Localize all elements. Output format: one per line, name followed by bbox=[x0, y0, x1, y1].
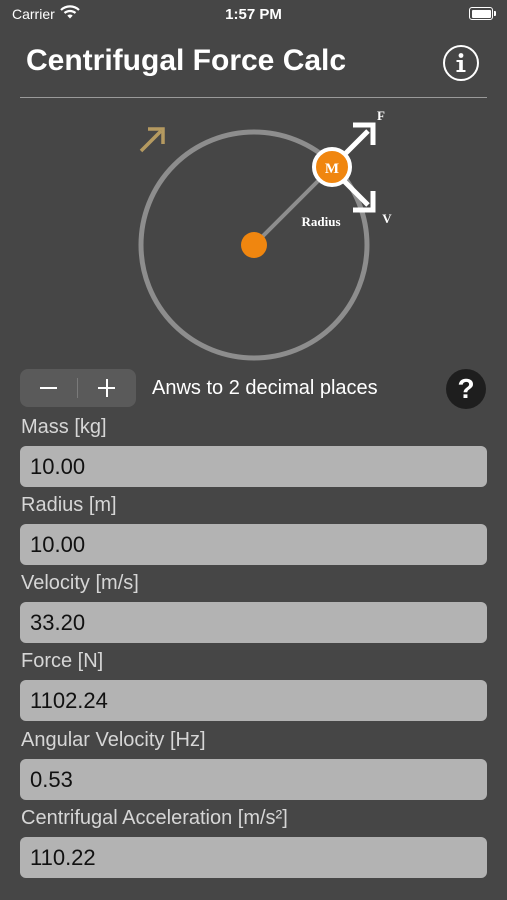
battery-icon bbox=[469, 7, 496, 20]
decrement-button[interactable] bbox=[20, 369, 77, 407]
header-divider bbox=[20, 97, 487, 98]
rotation-arrow-icon bbox=[139, 127, 165, 153]
centrifugal-acceleration-input[interactable] bbox=[20, 837, 487, 878]
increment-button[interactable] bbox=[78, 369, 136, 407]
mass-label-text: Mass [kg] bbox=[21, 416, 107, 438]
radius-label-text: Radius [m] bbox=[21, 494, 117, 516]
mass-input[interactable] bbox=[20, 446, 487, 487]
mass-label: M bbox=[325, 161, 339, 177]
force-input[interactable] bbox=[20, 680, 487, 721]
angular-velocity-input[interactable] bbox=[20, 759, 487, 800]
status-bar: Carrier 1:57 PM bbox=[0, 0, 507, 30]
centrifugal-diagram: M F V Radius bbox=[138, 108, 392, 361]
info-icon[interactable] bbox=[443, 45, 479, 81]
radius-input[interactable] bbox=[20, 524, 487, 565]
center-point bbox=[241, 232, 267, 258]
force-label: F bbox=[377, 108, 385, 123]
decimal-stepper[interactable] bbox=[20, 369, 136, 407]
velocity-label-text: Velocity [m/s] bbox=[21, 572, 139, 594]
status-time: 1:57 PM bbox=[225, 6, 282, 23]
help-button[interactable]: ? bbox=[446, 369, 486, 409]
page-title: Centrifugal Force Calc bbox=[26, 44, 347, 77]
angular-velocity-label-text: Angular Velocity [Hz] bbox=[21, 729, 206, 751]
force-label-text: Force [N] bbox=[21, 650, 104, 672]
velocity-label: V bbox=[382, 211, 392, 226]
decimal-places-label: Anws to 2 decimal places bbox=[152, 377, 378, 399]
velocity-input[interactable] bbox=[20, 602, 487, 643]
radius-label: Radius bbox=[301, 214, 340, 229]
minus-icon bbox=[40, 387, 57, 389]
centrifugal-acceleration-label-text: Centrifugal Acceleration [m/s²] bbox=[21, 807, 288, 829]
